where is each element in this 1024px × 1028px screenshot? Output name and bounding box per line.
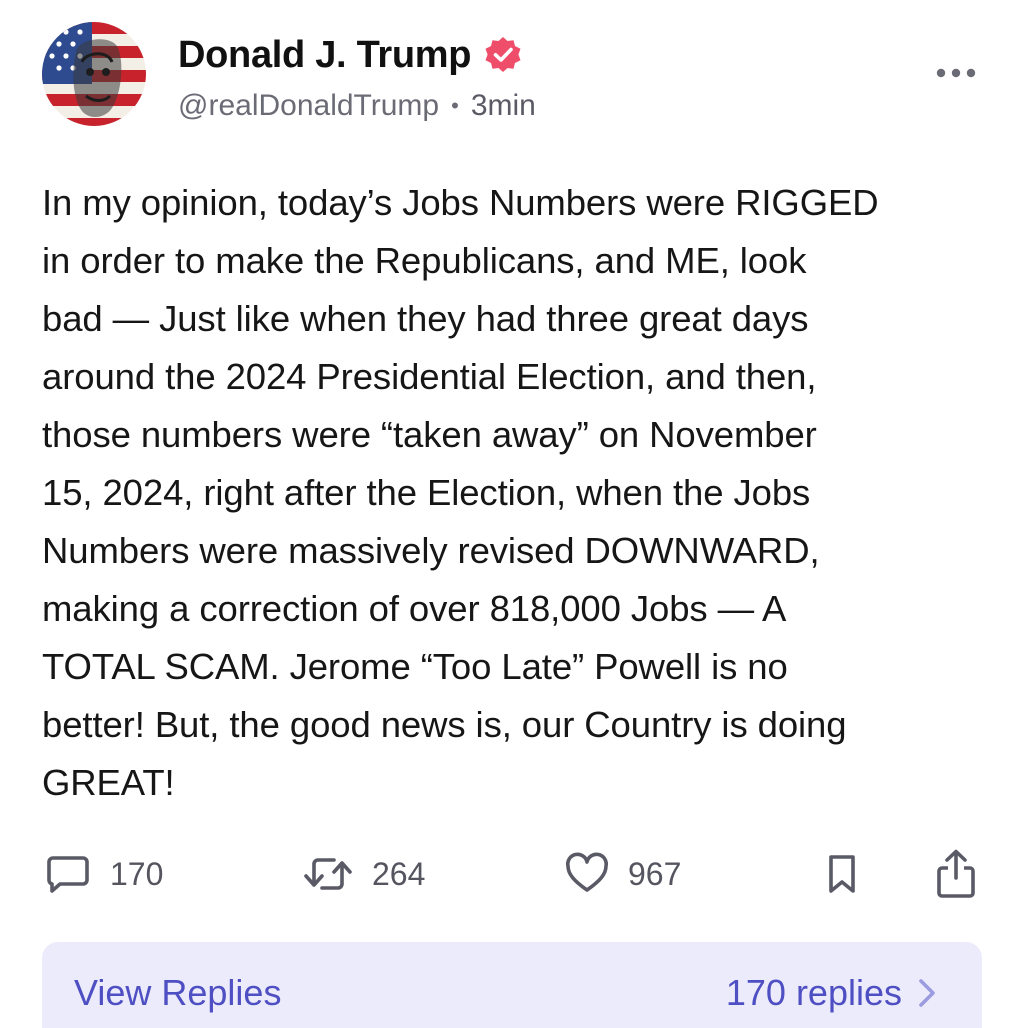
repost-count: 264	[372, 855, 426, 892]
verified-badge-icon	[485, 37, 521, 72]
view-replies-bar[interactable]: View Replies 170 replies	[42, 942, 982, 1028]
author-meta-row: @realDonaldTrump • 3min	[178, 84, 536, 128]
like-count: 967	[628, 855, 682, 892]
author-name-row: Donald J. Trump	[178, 30, 523, 80]
comment-icon	[47, 856, 89, 893]
share-icon	[937, 849, 975, 898]
handle[interactable]: @realDonaldTrump	[178, 89, 439, 123]
bookmark-button[interactable]	[822, 844, 862, 904]
repost-icon	[304, 858, 352, 890]
like-button[interactable]: 967	[564, 844, 681, 904]
flag-portrait-avatar-icon	[42, 22, 146, 126]
reply-button[interactable]: 170	[44, 844, 163, 904]
bookmark-icon	[829, 855, 855, 893]
post-card: Donald J. Trump @realDonaldTrump • 3min …	[0, 0, 1024, 1028]
reply-count: 170	[110, 855, 164, 892]
meta-separator: •	[451, 93, 459, 118]
share-button[interactable]	[934, 844, 978, 904]
heart-icon	[566, 852, 608, 892]
replies-count-label: 170 replies	[725, 972, 902, 1013]
display-name[interactable]: Donald J. Trump	[178, 34, 472, 77]
view-replies-link[interactable]: View Replies	[74, 972, 281, 1014]
repost-button[interactable]: 264	[302, 844, 425, 904]
post-body: In my opinion, today’s Jobs Numbers were…	[42, 182, 879, 803]
avatar[interactable]	[42, 22, 146, 126]
post-time[interactable]: 3min	[471, 89, 536, 123]
chevron-right-icon	[919, 979, 935, 1007]
action-bar: 170 264 967	[0, 844, 1024, 904]
more-dots-icon[interactable]	[934, 60, 978, 86]
replies-count-link[interactable]: 170 replies	[726, 972, 938, 1014]
